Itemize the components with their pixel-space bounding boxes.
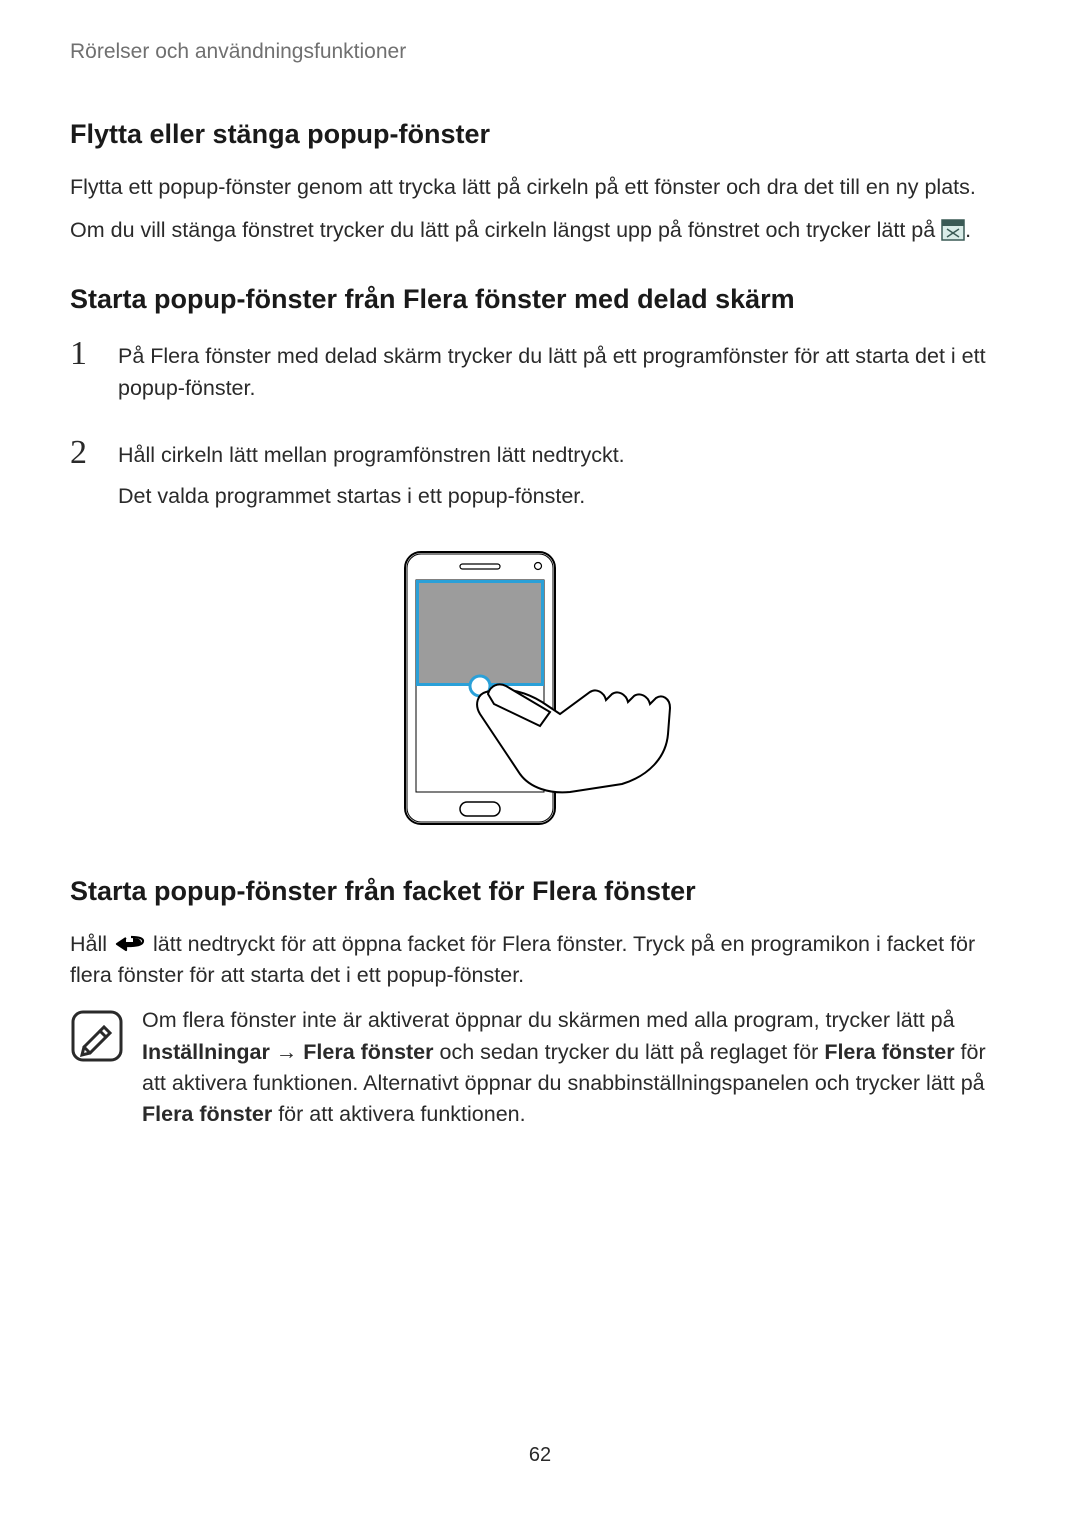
step-1-text: På Flera fönster med delad skärm trycker… <box>118 341 1010 403</box>
note-b1: Inställningar <box>142 1040 270 1064</box>
note-arrow: → <box>270 1040 303 1064</box>
para-hold-back-prefix: Håll <box>70 932 113 956</box>
para-hold-back: Håll lätt nedtryckt för att öppna facket… <box>70 929 1010 991</box>
step-2-number: 2 <box>70 436 118 470</box>
para-move-popup: Flytta ett popup-fönster genom att tryck… <box>70 172 1010 203</box>
heading-start-popup-split: Starta popup-fönster från Flera fönster … <box>70 284 1010 315</box>
para-close-popup-suffix: . <box>965 218 971 242</box>
step-1-number: 1 <box>70 337 118 371</box>
step-2-text-a: Håll cirkeln lätt mellan programfönstren… <box>118 440 1010 471</box>
note-text: Om flera fönster inte är aktiverat öppna… <box>142 1005 1010 1130</box>
heading-move-close-popup: Flytta eller stänga popup-fönster <box>70 119 1010 150</box>
heading-start-popup-tray: Starta popup-fönster från facket för Fle… <box>70 876 1010 907</box>
note-t2: och sedan trycker du lätt på reglaget fö… <box>434 1040 825 1064</box>
page-number: 62 <box>0 1444 1080 1467</box>
step-1: 1 På Flera fönster med delad skärm tryck… <box>70 337 1010 413</box>
para-close-popup-prefix: Om du vill stänga fönstret trycker du lä… <box>70 218 941 242</box>
para-hold-back-suffix: lätt nedtryckt för att öppna facket för … <box>70 932 975 987</box>
note-icon <box>70 1009 124 1063</box>
note-t1: Om flera fönster inte är aktiverat öppna… <box>142 1008 955 1032</box>
figure-phone-tap <box>70 544 1010 834</box>
phone-illustration <box>390 544 690 834</box>
note-b4: Flera fönster <box>142 1102 272 1126</box>
note-b2: Flera fönster <box>303 1040 433 1064</box>
note-b3: Flera fönster <box>824 1040 954 1064</box>
step-2-text-b: Det valda programmet startas i ett popup… <box>118 481 1010 512</box>
back-key-icon <box>113 932 147 952</box>
breadcrumb: Rörelser och användningsfunktioner <box>70 40 1010 64</box>
para-close-popup: Om du vill stänga fönstret trycker du lä… <box>70 215 1010 246</box>
note-t4: för att aktivera funktionen. <box>272 1102 525 1126</box>
step-2: 2 Håll cirkeln lätt mellan programfönstr… <box>70 436 1010 522</box>
close-window-icon <box>941 219 965 241</box>
note-box: Om flera fönster inte är aktiverat öppna… <box>70 1005 1010 1130</box>
